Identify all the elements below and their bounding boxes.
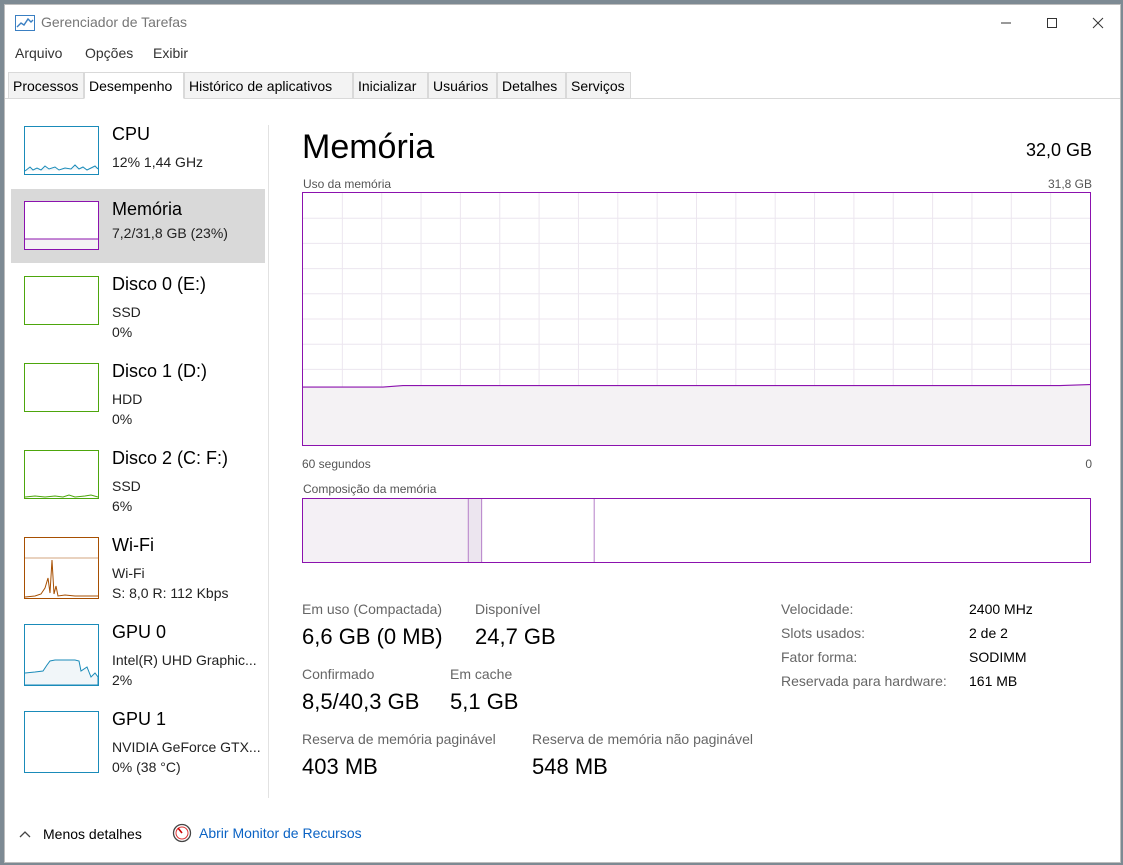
spec-label: Reservada para hardware:	[781, 673, 947, 689]
wifi-thumbnail-graph	[24, 537, 99, 599]
sidebar-item-usage: S: 8,0 R: 112 Kbps	[112, 585, 229, 601]
chevron-up-icon	[19, 831, 31, 838]
sidebar-item-usage: 2%	[112, 672, 133, 688]
close-button[interactable]	[1075, 5, 1120, 41]
task-manager-window: Gerenciador de Tarefas Arquivo Opções Ex…	[4, 4, 1121, 863]
menu-opcoes[interactable]: Opções	[85, 45, 133, 61]
footer-bar: Menos detalhes Abrir Monitor de Recursos	[5, 820, 1120, 852]
sidebar-item-disco-0[interactable]: Disco 0 (E:) SSD 0%	[11, 264, 265, 340]
tab-desempenho[interactable]: Desempenho	[84, 72, 184, 99]
sidebar-item-detail: HDD	[112, 391, 143, 407]
disk2-thumbnail-graph	[24, 450, 99, 499]
open-resource-monitor-link[interactable]: Abrir Monitor de Recursos	[172, 823, 362, 843]
composition-in-use-segment	[303, 499, 469, 562]
sidebar-item-label: GPU 0	[112, 622, 167, 642]
menu-exibir[interactable]: Exibir	[153, 45, 188, 61]
resource-monitor-icon	[172, 823, 192, 843]
maximize-icon	[1047, 18, 1057, 28]
sidebar-item-detail: Intel(R) UHD Graphic...	[112, 652, 257, 668]
in-use-label: Em uso (Compactada)	[302, 601, 443, 617]
sidebar-item-gpu-1[interactable]: GPU 1 NVIDIA GeForce GTX... 0% (38 °C)	[11, 699, 265, 775]
spec-label: Fator forma:	[781, 649, 858, 665]
spec-label: Slots usados:	[781, 625, 866, 641]
memory-usage-graph	[302, 192, 1091, 446]
menu-arquivo[interactable]: Arquivo	[15, 45, 62, 61]
sidebar-item-label: CPU	[112, 124, 151, 144]
sidebar-item-label: Disco 2 (C: F:)	[112, 448, 229, 468]
sidebar-item-detail: SSD	[112, 304, 141, 320]
composition-label: Composição da memória	[303, 482, 437, 496]
committed-value: 8,5/40,3 GB	[302, 689, 420, 714]
sidebar-item-disco-1[interactable]: Disco 1 (D:) HDD 0%	[11, 351, 265, 427]
nonpaged-pool-label: Reserva de memória não paginável	[532, 731, 754, 747]
sidebar-item-usage: 6%	[112, 498, 133, 514]
spec-value: 2400 MHz	[969, 601, 1033, 617]
total-memory: 32,0 GB	[1025, 140, 1092, 160]
time-axis-start: 60 segundos	[302, 457, 371, 471]
performance-sidebar: CPU 12% 1,44 GHz Memória 7,2/31,8 GB (23…	[5, 98, 269, 798]
tab-servicos[interactable]: Serviços	[566, 72, 631, 98]
sidebar-item-detail: 7,2/31,8 GB (23%)	[112, 225, 228, 241]
resource-monitor-label: Abrir Monitor de Recursos	[199, 825, 362, 841]
sidebar-item-disco-2[interactable]: Disco 2 (C: F:) SSD 6%	[11, 438, 265, 514]
cpu-thumbnail-graph	[24, 126, 99, 175]
paged-pool-label: Reserva de memória paginável	[302, 731, 496, 747]
spec-value: 2 de 2	[969, 625, 1008, 641]
tab-usuarios[interactable]: Usuários	[428, 72, 497, 98]
tab-processos[interactable]: Processos	[8, 72, 84, 98]
task-manager-icon	[15, 15, 35, 31]
available-label: Disponível	[475, 601, 541, 617]
sidebar-item-label: Disco 1 (D:)	[112, 361, 208, 381]
sidebar-item-gpu-0[interactable]: GPU 0 Intel(R) UHD Graphic... 2%	[11, 612, 265, 688]
committed-label: Confirmado	[302, 666, 375, 682]
disk1-thumbnail-graph	[24, 363, 99, 412]
tab-historico[interactable]: Histórico de aplicativos	[184, 72, 353, 98]
sidebar-item-detail: Wi-Fi	[112, 565, 145, 581]
usage-graph-max: 31,8 GB	[1047, 177, 1092, 191]
usage-graph-label: Uso da memória	[303, 177, 392, 191]
sidebar-item-label: Wi-Fi	[112, 535, 154, 555]
minimize-icon	[1001, 22, 1011, 24]
window-title: Gerenciador de Tarefas	[41, 14, 188, 30]
title-bar: Gerenciador de Tarefas	[5, 5, 1120, 41]
gpu0-thumbnail-graph	[24, 624, 99, 686]
sidebar-item-usage: 0% (38 °C)	[112, 759, 181, 775]
sidebar-divider	[268, 125, 269, 798]
disk0-thumbnail-graph	[24, 276, 99, 325]
sidebar-item-label: GPU 1	[112, 709, 167, 729]
in-use-value: 6,6 GB (0 MB)	[302, 624, 443, 649]
time-axis-end: 0	[1085, 457, 1092, 471]
sidebar-item-detail: SSD	[112, 478, 141, 494]
close-icon	[1092, 17, 1104, 29]
sidebar-item-detail: 12% 1,44 GHz	[112, 154, 204, 170]
sidebar-item-label: Disco 0 (E:)	[112, 274, 207, 294]
less-details-button[interactable]: Menos detalhes	[19, 826, 142, 842]
sidebar-item-label: Memória	[112, 199, 183, 219]
page-title: Memória	[302, 128, 435, 166]
cached-label: Em cache	[450, 666, 513, 682]
tab-detalhes[interactable]: Detalhes	[497, 72, 566, 98]
less-details-label: Menos detalhes	[43, 826, 142, 842]
minimize-button[interactable]	[983, 5, 1029, 41]
sidebar-item-wifi[interactable]: Wi-Fi Wi-Fi S: 8,0 R: 112 Kbps	[11, 525, 265, 601]
sidebar-item-usage: 0%	[112, 411, 133, 427]
available-value: 24,7 GB	[475, 624, 556, 649]
tab-bar: Processos Desempenho Histórico de aplica…	[5, 72, 1120, 99]
sidebar-item-usage: 0%	[112, 324, 133, 340]
memory-composition-bar	[302, 498, 1091, 563]
nonpaged-pool-value: 548 MB	[532, 754, 608, 779]
composition-modified-segment	[468, 499, 482, 562]
spec-label: Velocidade:	[781, 601, 854, 617]
memory-thumbnail-graph	[24, 201, 99, 250]
tab-inicializar[interactable]: Inicializar	[353, 72, 428, 98]
maximize-button[interactable]	[1029, 5, 1075, 41]
spec-value: 161 MB	[969, 673, 1018, 689]
gpu1-thumbnail-graph	[24, 711, 99, 773]
spec-value: SODIMM	[969, 649, 1027, 665]
sidebar-item-cpu[interactable]: CPU 12% 1,44 GHz	[11, 114, 265, 188]
sidebar-item-memoria[interactable]: Memória 7,2/31,8 GB (23%)	[11, 189, 265, 263]
paged-pool-value: 403 MB	[302, 754, 378, 779]
cached-value: 5,1 GB	[450, 689, 519, 714]
sidebar-item-detail: NVIDIA GeForce GTX...	[112, 739, 261, 755]
